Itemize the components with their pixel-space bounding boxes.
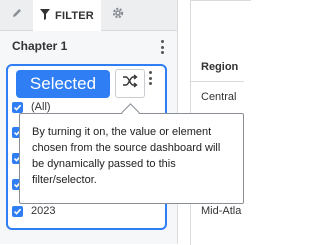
gear-icon bbox=[112, 6, 124, 24]
tab-bar-filler bbox=[134, 0, 177, 30]
shuffle-icon bbox=[122, 74, 138, 93]
checkbox-checked-icon[interactable] bbox=[12, 205, 23, 217]
table-cell: Central bbox=[201, 91, 237, 103]
tab-filter-label: FILTER bbox=[55, 9, 94, 22]
option-label: 2023 bbox=[31, 205, 56, 217]
table-cell: Mid-Atla bbox=[201, 205, 242, 217]
card-menu-icon[interactable] bbox=[148, 71, 152, 85]
pencil-icon bbox=[11, 6, 23, 24]
column-header-region[interactable]: Region bbox=[201, 61, 238, 73]
option-label: (All) bbox=[31, 101, 51, 113]
tab-settings[interactable] bbox=[101, 0, 135, 30]
tab-filter[interactable]: FILTER bbox=[33, 0, 102, 31]
selected-button[interactable]: Selected bbox=[16, 70, 110, 98]
checkbox-checked-icon[interactable] bbox=[12, 101, 23, 113]
chapter-menu-icon[interactable] bbox=[160, 40, 164, 54]
list-item[interactable]: 2023 bbox=[12, 205, 55, 217]
section-title: Chapter 1 bbox=[12, 39, 68, 53]
tooltip-text: By turning it on, the value or element c… bbox=[32, 126, 221, 186]
funnel-icon bbox=[40, 8, 51, 23]
dynamic-pass-toggle-button[interactable] bbox=[115, 69, 145, 98]
tab-edit[interactable] bbox=[0, 0, 34, 30]
list-item[interactable]: (All) bbox=[12, 101, 51, 113]
tooltip: By turning it on, the value or element c… bbox=[19, 113, 244, 204]
table-divider bbox=[191, 81, 244, 82]
